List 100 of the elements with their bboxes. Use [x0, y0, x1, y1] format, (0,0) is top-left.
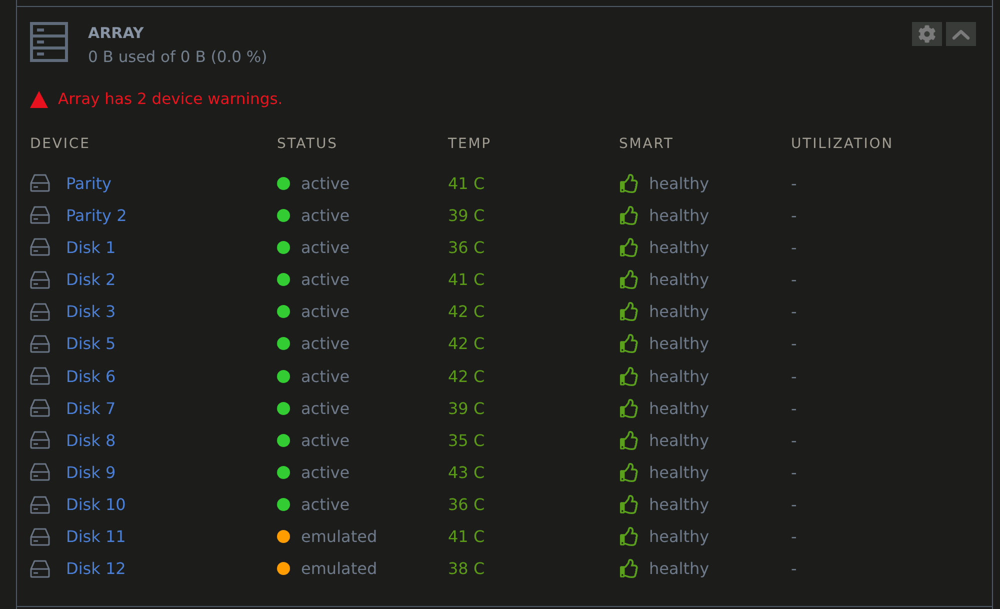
disk-link[interactable]: Disk 2 — [66, 270, 116, 290]
utilization-text: - — [791, 527, 797, 546]
smart-status-text: healthy — [649, 238, 710, 257]
temperature-text: 41 C — [448, 174, 485, 193]
warning-text: Array has 2 device warnings. — [58, 90, 283, 108]
hard-drive-icon — [30, 206, 50, 224]
status-text: active — [301, 495, 350, 514]
hard-drive-icon — [30, 270, 50, 289]
utilization-text: - — [791, 366, 797, 386]
hard-drive-icon — [30, 174, 50, 192]
status-text: active — [301, 430, 350, 450]
smart-status-text: healthy — [649, 206, 710, 225]
hard-drive-icon — [30, 238, 50, 256]
hard-drive-icon — [30, 431, 50, 450]
collapse-button[interactable] — [946, 22, 976, 46]
smart-status-text: healthy — [649, 366, 710, 386]
thumbs-up-icon — [620, 270, 639, 290]
thumbs-up-icon — [620, 366, 639, 386]
thumbs-up-icon — [620, 238, 639, 257]
disk-link[interactable]: Parity 2 — [66, 206, 127, 225]
hard-drive-icon — [30, 399, 50, 418]
disk-link[interactable]: Disk 9 — [66, 462, 116, 482]
smart-status-text: healthy — [649, 430, 710, 450]
temperature-text: 36 C — [448, 238, 485, 257]
utilization-text: - — [791, 302, 797, 322]
chevron-up-icon — [952, 28, 970, 40]
disk-link[interactable]: Disk 11 — [66, 527, 126, 546]
column-header: STATUS — [277, 135, 338, 154]
smart-status-text: healthy — [649, 398, 710, 418]
utilization-text: - — [791, 462, 797, 482]
status-text: active — [301, 206, 350, 225]
settings-button[interactable] — [912, 22, 942, 46]
disk-link[interactable]: Disk 7 — [66, 398, 116, 418]
utilization-text: - — [791, 334, 797, 354]
hard-drive-icon — [30, 334, 50, 353]
smart-status-text: healthy — [649, 495, 710, 514]
hard-drive-icon — [30, 367, 50, 386]
status-text: emulated — [301, 527, 378, 546]
thumbs-up-icon — [620, 206, 639, 225]
temperature-text: 42 C — [448, 366, 485, 386]
temperature-text: 42 C — [448, 302, 485, 322]
utilization-text: - — [791, 398, 797, 418]
temperature-text: 35 C — [448, 430, 485, 450]
hard-drive-icon — [30, 463, 50, 482]
temperature-text: 41 C — [448, 527, 485, 546]
temperature-text: 39 C — [448, 398, 485, 418]
disk-link[interactable]: Disk 10 — [66, 495, 126, 514]
disk-link[interactable]: Disk 12 — [66, 559, 126, 578]
disk-link[interactable]: Disk 6 — [66, 366, 116, 386]
temperature-text: 39 C — [448, 206, 485, 225]
column-header: DEVICE — [30, 135, 90, 154]
smart-status-text: healthy — [649, 270, 710, 290]
disk-link[interactable]: Parity — [66, 174, 112, 193]
column-header: SMART — [619, 135, 674, 154]
disk-link[interactable]: Disk 1 — [66, 238, 116, 257]
status-text: active — [301, 366, 350, 386]
thumbs-up-icon — [620, 495, 639, 514]
disk-link[interactable]: Disk 5 — [66, 334, 116, 354]
utilization-text: - — [791, 430, 797, 450]
temperature-text: 42 C — [448, 334, 485, 354]
thumbs-up-icon — [620, 527, 639, 546]
hard-drive-icon — [30, 302, 50, 321]
smart-status-text: healthy — [649, 527, 710, 546]
temperature-text: 36 C — [448, 495, 485, 514]
utilization-text: - — [791, 174, 797, 193]
status-text: active — [301, 462, 350, 482]
column-header: TEMP — [448, 135, 492, 154]
smart-status-text: healthy — [649, 302, 710, 322]
disk-link[interactable]: Disk 8 — [66, 430, 116, 450]
utilization-text: - — [791, 206, 797, 225]
column-header: UTILIZATION — [791, 135, 894, 154]
status-text: active — [301, 238, 350, 257]
thumbs-up-icon — [620, 398, 639, 418]
disk-link[interactable]: Disk 3 — [66, 302, 116, 322]
status-text: active — [301, 270, 350, 290]
temperature-text: 43 C — [448, 462, 485, 482]
thumbs-up-icon — [620, 174, 639, 193]
thumbs-up-icon — [620, 462, 639, 482]
thumbs-up-icon — [620, 334, 639, 354]
status-text: active — [301, 302, 350, 322]
utilization-text: - — [791, 238, 797, 257]
status-text: emulated — [301, 559, 378, 578]
status-text: active — [301, 398, 350, 418]
usage-text: 0 B used of 0 B (0.0 %) — [88, 47, 268, 68]
smart-status-text: healthy — [649, 334, 710, 354]
status-text: active — [301, 174, 350, 193]
warning-icon — [30, 90, 48, 108]
utilization-text: - — [791, 270, 797, 290]
gear-icon — [918, 25, 936, 43]
smart-status-text: healthy — [649, 559, 710, 578]
smart-status-text: healthy — [649, 174, 710, 193]
utilization-text: - — [791, 495, 797, 514]
thumbs-up-icon — [620, 302, 639, 322]
server-icon — [30, 22, 68, 62]
hard-drive-icon — [30, 496, 50, 514]
status-text: active — [301, 334, 350, 354]
thumbs-up-icon — [620, 559, 639, 578]
thumbs-up-icon — [620, 430, 639, 450]
temperature-text: 38 C — [448, 559, 485, 578]
hard-drive-icon — [30, 528, 50, 546]
